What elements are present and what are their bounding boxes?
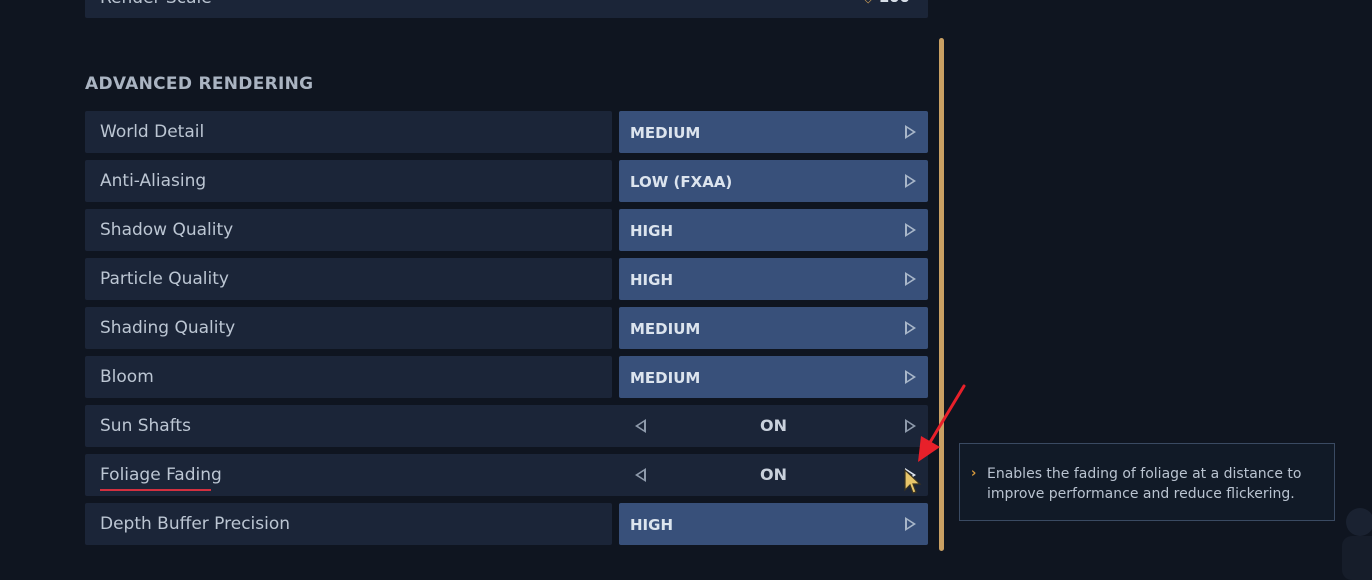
- setting-row-shading-quality: Shading Quality MEDIUM: [85, 307, 928, 349]
- render-scale-value[interactable]: ◇ 100: [863, 0, 910, 6]
- setting-label: World Detail: [100, 122, 205, 142]
- right-triangle-icon: [905, 223, 916, 237]
- scrollbar-thumb[interactable]: [939, 38, 944, 551]
- setting-row-particle-quality: Particle Quality HIGH: [85, 258, 928, 300]
- setting-value: MEDIUM: [630, 320, 701, 338]
- hover-underline: [100, 489, 211, 491]
- setting-name: Shading Quality: [85, 307, 612, 349]
- render-scale-label: Render Scale: [100, 0, 212, 8]
- setting-select[interactable]: HIGH: [619, 503, 928, 545]
- tooltip: › Enables the fading of foliage at a dis…: [959, 443, 1335, 521]
- setting-name: Shadow Quality: [85, 209, 612, 251]
- setting-label: Anti-Aliasing: [100, 171, 207, 191]
- setting-row-anti-aliasing: Anti-Aliasing LOW (FXAA): [85, 160, 928, 202]
- right-triangle-icon: [905, 370, 916, 384]
- right-triangle-icon: [905, 517, 916, 531]
- right-triangle-icon[interactable]: [905, 419, 916, 433]
- setting-value: MEDIUM: [630, 124, 701, 142]
- setting-name: Particle Quality: [85, 258, 612, 300]
- render-scale-row[interactable]: Render Scale ◇ 100: [85, 0, 928, 18]
- setting-value: MEDIUM: [630, 369, 701, 387]
- decorative-figure-icon: [1342, 508, 1372, 580]
- render-scale-number: 100: [879, 0, 910, 6]
- setting-label: Foliage Fading: [100, 465, 222, 485]
- setting-select[interactable]: MEDIUM: [619, 111, 928, 153]
- setting-select[interactable]: HIGH: [619, 209, 928, 251]
- setting-row-bloom: Bloom MEDIUM: [85, 356, 928, 398]
- right-triangle-icon: [905, 272, 916, 286]
- mouse-cursor-icon: [904, 468, 922, 494]
- setting-label: Bloom: [100, 367, 154, 387]
- setting-name: Depth Buffer Precision: [85, 503, 612, 545]
- setting-select[interactable]: HIGH: [619, 258, 928, 300]
- setting-row-depth-buffer-precision: Depth Buffer Precision HIGH: [85, 503, 928, 545]
- setting-value: LOW (FXAA): [630, 173, 733, 191]
- setting-select[interactable]: MEDIUM: [619, 356, 928, 398]
- chevron-right-icon: ›: [971, 466, 977, 481]
- right-triangle-icon: [905, 321, 916, 335]
- diamond-icon: ◇: [863, 0, 872, 5]
- setting-label: Sun Shafts: [100, 416, 191, 436]
- section-title: ADVANCED RENDERING: [85, 74, 314, 94]
- setting-toggle: ON: [619, 405, 928, 447]
- setting-select[interactable]: LOW (FXAA): [619, 160, 928, 202]
- setting-row-foliage-fading: Foliage Fading ON: [85, 454, 928, 496]
- setting-label: Depth Buffer Precision: [100, 514, 291, 534]
- setting-name: World Detail: [85, 111, 612, 153]
- setting-label: Particle Quality: [100, 269, 229, 289]
- setting-label: Shading Quality: [100, 318, 236, 338]
- setting-value: ON: [760, 465, 787, 484]
- right-triangle-icon: [905, 174, 916, 188]
- setting-value: ON: [760, 416, 787, 435]
- setting-row-world-detail: World Detail MEDIUM: [85, 111, 928, 153]
- setting-name: Bloom: [85, 356, 612, 398]
- setting-toggle: ON: [619, 454, 928, 496]
- setting-row-shadow-quality: Shadow Quality HIGH: [85, 209, 928, 251]
- setting-value: HIGH: [630, 271, 674, 289]
- setting-name: Anti-Aliasing: [85, 160, 612, 202]
- setting-value: HIGH: [630, 516, 674, 534]
- setting-value: HIGH: [630, 222, 674, 240]
- setting-select[interactable]: MEDIUM: [619, 307, 928, 349]
- tooltip-text: Enables the fading of foliage at a dista…: [987, 466, 1302, 502]
- setting-row-sun-shafts: Sun Shafts ON: [85, 405, 928, 447]
- right-triangle-icon: [905, 125, 916, 139]
- setting-label: Shadow Quality: [100, 220, 234, 240]
